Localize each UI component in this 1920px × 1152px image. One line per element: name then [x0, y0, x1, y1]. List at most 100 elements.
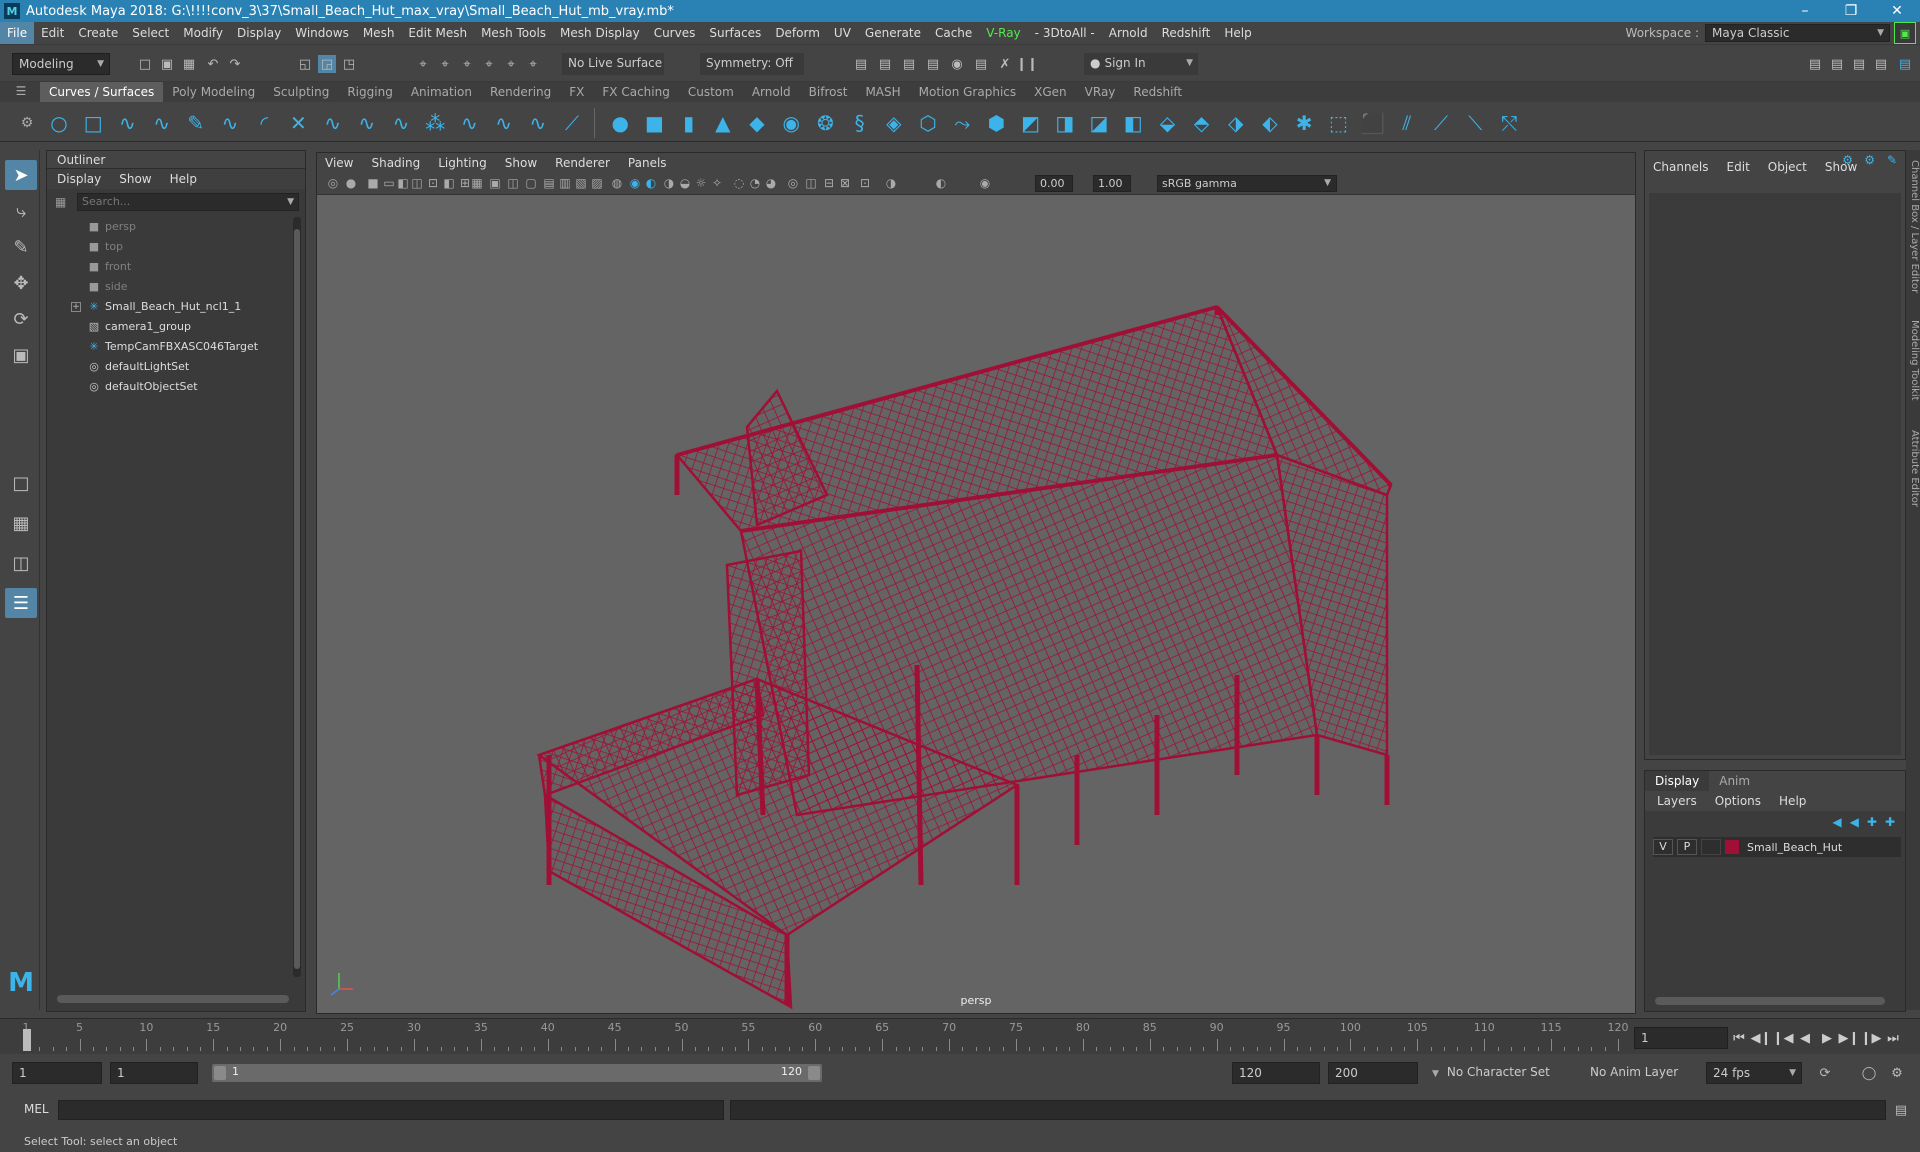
surface-fillet-icon[interactable]: ⤲ [1496, 110, 1522, 136]
select-tool-icon[interactable]: ➤ [5, 160, 37, 190]
lock-camera-icon[interactable]: ⊡ [425, 175, 441, 191]
shelf-tab-poly-modeling[interactable]: Poly Modeling [163, 82, 264, 102]
layer-visibility-toggle[interactable]: V [1653, 839, 1673, 855]
ambient-occlusion-icon[interactable]: ✧ [709, 175, 725, 191]
undo-icon[interactable]: ↶ [204, 55, 222, 73]
shelf-tab-arnold[interactable]: Arnold [743, 82, 800, 102]
toggle-attribute-editor-icon[interactable]: ▤ [1828, 55, 1846, 73]
outliner-item[interactable]: ▧ camera1_group [47, 317, 305, 337]
wireframe-on-shaded-icon[interactable]: ◐ [643, 175, 659, 191]
animation-preferences-icon[interactable]: ⚙ [1888, 1064, 1906, 1082]
viewport-menu-renderer[interactable]: Renderer [555, 153, 610, 173]
grid-icon[interactable]: ▣ [487, 175, 503, 191]
new-layer-selected-icon[interactable]: ✚ [1885, 815, 1895, 829]
safe-title-icon[interactable]: ▨ [589, 175, 605, 191]
layer-playback-toggle[interactable]: P [1677, 839, 1697, 855]
expand-icon[interactable]: + [71, 302, 81, 312]
nurbs-circle-icon[interactable]: ○ [46, 110, 72, 136]
character-set-dropdown[interactable]: ▼ No Character Set [1426, 1062, 1578, 1084]
current-frame-field[interactable]: 1 [1634, 1027, 1728, 1049]
safe-action-icon[interactable]: ▧ [573, 175, 589, 191]
outliner-menu-show[interactable]: Show [119, 169, 151, 189]
menu-deform[interactable]: Deform [768, 22, 827, 44]
time-slider[interactable]: 1 5 10 15 20 25 30 35 40 45 50 55 60 65 70 75 80 85 90 95 10… [0, 1018, 1920, 1054]
outliner-menu-help[interactable]: Help [170, 169, 197, 189]
shelf-tab-bifrost[interactable]: Bifrost [800, 82, 857, 102]
align-surface-icon[interactable]: ✱ [1291, 110, 1317, 136]
live-surface-field[interactable]: No Live Surface [562, 53, 664, 75]
menu-curves[interactable]: Curves [647, 22, 703, 44]
single-view-icon[interactable]: □ [5, 468, 37, 498]
menu-help[interactable]: Help [1217, 22, 1258, 44]
resolution-gate-icon[interactable]: ▢ [523, 175, 539, 191]
bevel-icon[interactable]: ◨ [1052, 110, 1078, 136]
loop-icon[interactable]: ⟳ [1816, 1064, 1834, 1082]
layer-row[interactable]: V P Small_Beach_Hut [1653, 837, 1901, 857]
extend-surface-icon[interactable]: ⫽ [1394, 110, 1420, 136]
scale-tool-icon[interactable]: ▣ [5, 340, 37, 370]
menu-file[interactable]: File [0, 22, 35, 44]
xray-icon[interactable]: ◫ [803, 175, 819, 191]
sign-in-button[interactable]: ● Sign In ▼ [1084, 53, 1198, 75]
go-to-end-icon[interactable]: ⏭ [1882, 1031, 1904, 1046]
current-frame-marker[interactable] [23, 1029, 31, 1051]
use-lights-icon[interactable]: ◒ [677, 175, 693, 191]
menu-mesh-tools[interactable]: Mesh Tools [474, 22, 553, 44]
shelf-tab-curves-surfaces[interactable]: Curves / Surfaces [40, 82, 164, 102]
redo-icon[interactable]: ↷ [226, 55, 244, 73]
lasso-tool-icon[interactable]: ⤷ [5, 196, 37, 226]
snap-curve-icon[interactable]: ⌖ [436, 55, 454, 73]
move-layer-up-icon[interactable]: ◀ [1832, 815, 1841, 829]
gamma-field[interactable]: 1.00 [1093, 175, 1131, 192]
isolate-select-icon[interactable]: ◎ [785, 175, 801, 191]
layer-tab-display[interactable]: Display [1645, 771, 1710, 791]
toggle-modeling-toolkit-icon[interactable]: ▤ [1806, 55, 1824, 73]
side-tab-channel-box-layer-editor[interactable]: Channel Box / Layer Editor [1906, 160, 1920, 293]
lock-icon[interactable]: ▣ [1894, 22, 1916, 44]
gamma-icon[interactable]: ◐ [933, 175, 949, 191]
textured-icon[interactable]: ◑ [661, 175, 677, 191]
layer-menu-options[interactable]: Options [1715, 791, 1761, 811]
loft-icon[interactable]: § [847, 110, 873, 136]
shelf-options-icon[interactable]: ⚙ [14, 110, 40, 136]
toggle-tool-settings-icon[interactable]: ▤ [1850, 55, 1868, 73]
shelf-tab-fx-caching[interactable]: FX Caching [593, 82, 678, 102]
outliner-item[interactable]: ■ top [47, 237, 305, 257]
rebuild-surface-icon[interactable]: ⟋ [1428, 110, 1454, 136]
camera-attributes-icon[interactable]: ◎ [325, 175, 341, 191]
image-plane2-icon[interactable]: ▦ [469, 175, 485, 191]
shadows-icon[interactable]: ☼ [693, 175, 709, 191]
viewport-menu-lighting[interactable]: Lighting [438, 153, 487, 173]
curve-offset-icon[interactable]: ∿ [491, 110, 517, 136]
scrollbar-thumb[interactable] [294, 229, 300, 969]
rotate-tool-icon[interactable]: ⟳ [5, 304, 37, 334]
step-forward-icon[interactable]: ❙▶ [1860, 1031, 1882, 1046]
gate-mask-icon[interactable]: ▤ [541, 175, 557, 191]
end-time-field[interactable]: 200 [1328, 1062, 1418, 1084]
nurbs-plane-icon[interactable]: ◆ [744, 110, 770, 136]
menu-surfaces[interactable]: Surfaces [702, 22, 768, 44]
range-start-handle[interactable] [214, 1066, 226, 1080]
workspace-dropdown[interactable]: Maya Classic ▼ [1705, 24, 1890, 42]
start-time-field[interactable]: 1 [12, 1062, 102, 1084]
nurbs-cone-icon[interactable]: ▲ [710, 110, 736, 136]
curve-rebuild-icon[interactable]: ∿ [456, 110, 482, 136]
new-scene-icon[interactable]: □ [136, 55, 154, 73]
layer-menu-help[interactable]: Help [1779, 791, 1806, 811]
shelf-tab-fx[interactable]: FX [560, 82, 593, 102]
menu-display[interactable]: Display [230, 22, 288, 44]
paint-select-tool-icon[interactable]: ✎ [5, 232, 37, 262]
wireframe-icon[interactable]: ◍ [609, 175, 625, 191]
shelf-tab-rigging[interactable]: Rigging [338, 82, 401, 102]
menu-mesh[interactable]: Mesh [356, 22, 402, 44]
shelf-tab-motion-graphics[interactable]: Motion Graphics [910, 82, 1026, 102]
tool-settings-icon[interactable]: ✎ [1887, 153, 1897, 167]
detach-surface-icon[interactable]: ⬖ [1257, 110, 1283, 136]
step-forward-key-icon[interactable]: ▶❙ [1838, 1031, 1860, 1046]
shelf-tab-custom[interactable]: Custom [679, 82, 743, 102]
menu-set-dropdown[interactable]: Modeling ▼ [12, 53, 110, 75]
outliner-item[interactable]: ■ side [47, 277, 305, 297]
select-object-icon[interactable]: ◲ [318, 55, 336, 73]
curve-extend-icon[interactable]: ✕ [285, 110, 311, 136]
outliner-layout-icon[interactable]: ☰ [5, 588, 37, 618]
